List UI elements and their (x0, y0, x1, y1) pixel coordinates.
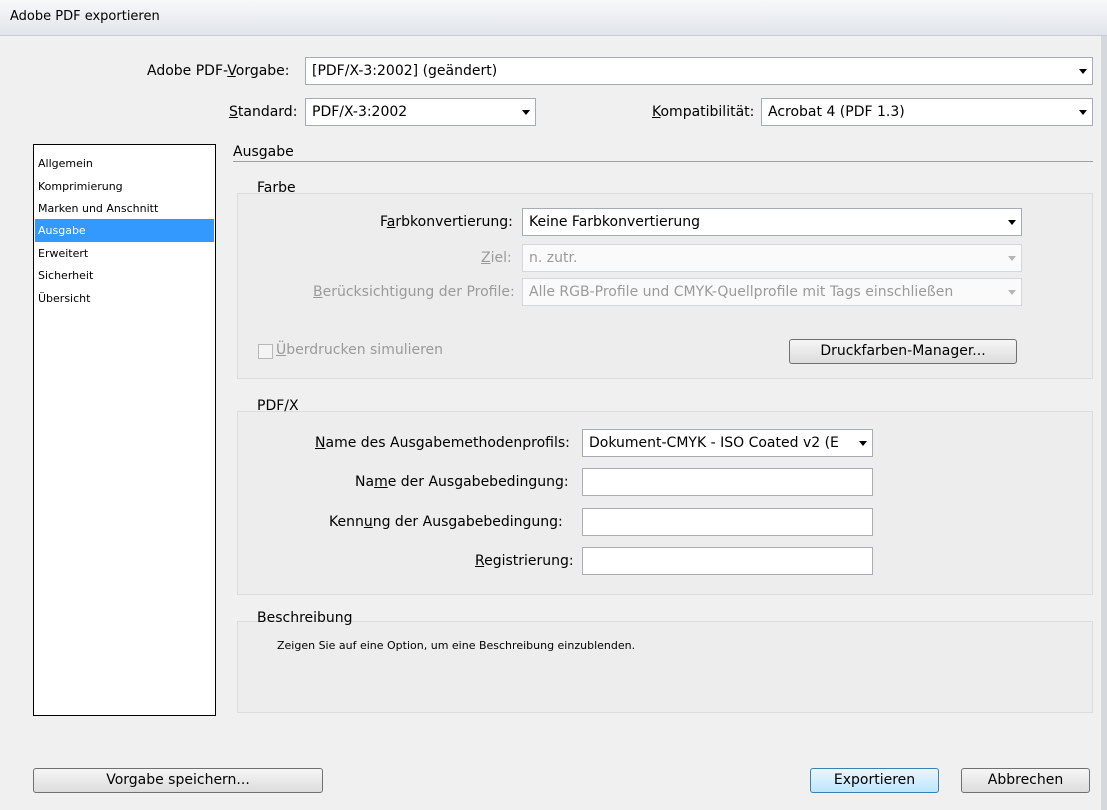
standard-value: PDF/X-3:2002 (312, 104, 408, 120)
title-bar: Adobe PDF exportieren (0, 0, 1107, 36)
compatibility-dropdown[interactable]: Acrobat 4 (PDF 1.3) (761, 98, 1093, 126)
chevron-down-icon (859, 441, 867, 446)
cancel-button[interactable]: Abbrechen (961, 768, 1090, 793)
chevron-down-icon (1079, 69, 1087, 74)
condition-id-input[interactable] (582, 508, 873, 536)
chevron-down-icon (1008, 256, 1016, 261)
chevron-down-icon (522, 110, 530, 115)
target-dropdown[interactable]: n. zutr. (522, 244, 1022, 272)
sidebar-item-komprimierung[interactable]: Komprimierung (35, 175, 214, 198)
color-conversion-label: Farbkonvertierung: (380, 214, 513, 230)
export-button[interactable]: Exportieren (810, 768, 939, 793)
sidebar-item-sicherheit[interactable]: Sicherheit (35, 264, 214, 287)
preset-dropdown[interactable]: [PDF/X-3:2002] (geändert) (305, 57, 1093, 85)
ink-manager-button[interactable]: Druckfarben-Manager... (789, 339, 1017, 364)
preset-label: Adobe PDF-Vorgabe: (147, 63, 290, 79)
standard-dropdown[interactable]: PDF/X-3:2002 (305, 98, 536, 126)
color-conversion-dropdown[interactable]: Keine Farbkonvertierung (522, 208, 1022, 236)
save-preset-button[interactable]: Vorgabe speichern... (33, 768, 323, 793)
profiles-dropdown[interactable]: Alle RGB-Profile und CMYK-Quellprofile m… (522, 278, 1022, 306)
condition-id-label: Kennung der Ausgabebedingung: (329, 514, 563, 530)
sidebar-item-erweitert[interactable]: Erweitert (35, 242, 214, 265)
preset-value: [PDF/X-3:2002] (geändert) (312, 63, 498, 79)
overprint-checkbox[interactable] (258, 344, 273, 359)
sidebar-item-marken-und-anschnitt[interactable]: Marken und Anschnitt (35, 197, 214, 220)
window-border (1101, 36, 1107, 810)
window-title: Adobe PDF exportieren (10, 9, 160, 24)
compatibility-label: Kompatibilität: (652, 104, 755, 120)
registry-label: Registrierung: (475, 553, 574, 569)
chevron-down-icon (1079, 110, 1087, 115)
target-label: Ziel: (481, 250, 512, 266)
sidebar-item-allgemein[interactable]: Allgemein (35, 152, 214, 175)
color-conversion-value: Keine Farbkonvertierung (529, 214, 700, 230)
chevron-down-icon (1008, 220, 1016, 225)
sidebar-item-uebersicht[interactable]: Übersicht (35, 287, 214, 310)
pdfx-group-title: PDF/X (257, 398, 299, 414)
condition-name-input[interactable] (582, 468, 873, 496)
compatibility-value: Acrobat 4 (PDF 1.3) (768, 104, 905, 120)
target-value: n. zutr. (529, 250, 578, 266)
standard-label: Standard: (229, 104, 298, 120)
condition-name-label: Name der Ausgabebedingung: (355, 474, 569, 490)
output-profile-dropdown[interactable]: Dokument-CMYK - ISO Coated v2 (E (582, 429, 873, 457)
output-profile-label: Name des Ausgabemethodenprofils: (315, 435, 570, 451)
section-title: Ausgabe (233, 144, 294, 160)
description-text: Zeigen Sie auf eine Option, um eine Besc… (277, 639, 636, 652)
description-title: Beschreibung (257, 610, 353, 626)
registry-input[interactable] (582, 547, 873, 575)
profiles-value: Alle RGB-Profile und CMYK-Quellprofile m… (529, 284, 954, 300)
category-list[interactable]: Allgemein Komprimierung Marken und Ansch… (33, 144, 216, 716)
sidebar-item-ausgabe[interactable]: Ausgabe (35, 219, 214, 242)
section-divider (233, 161, 1093, 162)
profiles-label: Berücksichtigung der Profile: (313, 284, 515, 300)
chevron-down-icon (1008, 290, 1016, 295)
output-profile-value: Dokument-CMYK - ISO Coated v2 (E (589, 435, 839, 451)
farbe-group-title: Farbe (257, 180, 296, 196)
overprint-label: Überdrucken simulieren (276, 342, 444, 358)
description-group (237, 621, 1093, 713)
